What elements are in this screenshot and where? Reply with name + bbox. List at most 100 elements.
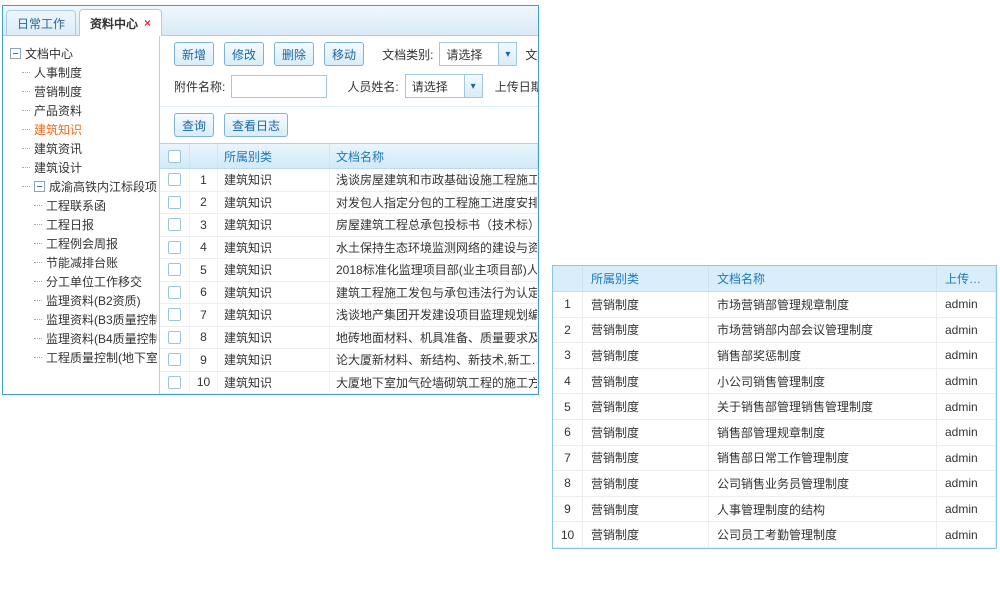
attachment-name-input[interactable] [231, 75, 327, 98]
table-row[interactable]: 2 建筑知识 对发包人指定分包的工程施工进度安排… [160, 192, 538, 215]
tree-item-level1[interactable]: 产品资料 [10, 101, 157, 120]
dropdown-arrow-icon[interactable]: ▾ [464, 75, 482, 97]
table-row[interactable]: 7 营销制度 销售部日常工作管理制度 admin [553, 446, 996, 472]
tree-item-level1[interactable]: 人事制度 [10, 63, 157, 82]
table-row[interactable]: 6 建筑知识 建筑工程施工发包与承包违法行为认定… [160, 282, 538, 305]
filter-row: 附件名称: 人员姓名: 请选择 ▾ 上传日期 [174, 74, 538, 98]
row-number: 1 [190, 169, 218, 191]
row-checkbox[interactable] [168, 218, 181, 231]
person-name-value: 请选择 [406, 78, 464, 95]
row-doc-name: 浅谈房屋建筑和市政基础设施工程施工… [330, 169, 538, 191]
tab-label: 资料中心 [90, 15, 138, 32]
row-doc-name: 房屋建筑工程总承包投标书（技术标）… [330, 214, 538, 236]
table-body: 1 营销制度 市场营销部管理规章制度 admin 2 营销制度 市场营销部内部会… [553, 292, 996, 548]
tree-root[interactable]: 文档中心 [10, 44, 157, 63]
add-button[interactable]: 新增 [174, 42, 214, 66]
row-checkbox[interactable] [168, 376, 181, 389]
tree-item-level2[interactable]: 工程联系函 [10, 196, 157, 215]
row-doc-name: 对发包人指定分包的工程施工进度安排… [330, 192, 538, 214]
table-row[interactable]: 9 建筑知识 论大厦新材料、新结构、新技术,新工… [160, 349, 538, 372]
tree-item-level1[interactable]: 建筑知识 [10, 120, 157, 139]
row-uploader: admin [937, 343, 996, 368]
table-row[interactable]: 7 建筑知识 浅谈地产集团开发建设项目监理规划编… [160, 304, 538, 327]
tree-level2-list: 工程联系函 工程日报 工程例会周报 节能减排台账 分工单位工作移交 监理资料(B… [10, 196, 157, 367]
table-row[interactable]: 9 营销制度 人事管理制度的结构 admin [553, 497, 996, 523]
row-checkbox[interactable] [168, 353, 181, 366]
table-row[interactable]: 3 营销制度 销售部奖惩制度 admin [553, 343, 996, 369]
person-name-label: 人员姓名: [347, 78, 398, 95]
dropdown-arrow-icon[interactable]: ▾ [498, 43, 516, 65]
tab-close-icon[interactable]: × [144, 17, 151, 29]
tab-data-center[interactable]: 资料中心 × [79, 9, 162, 36]
collapse-icon[interactable] [10, 48, 21, 59]
row-checkbox[interactable] [168, 263, 181, 276]
row-uploader: admin [937, 446, 996, 471]
tree-item-level2[interactable]: 节能减排台账 [10, 253, 157, 272]
documents-table: 所属别类 文档名称 1 建筑知识 浅谈房屋建筑和市政基础设施工程施工… [160, 143, 538, 394]
filter-area: 新增 修改 删除 移动 文档类别: 请选择 ▾ 文档 附件名称: 人员姓名: [160, 36, 538, 106]
table-row[interactable]: 1 营销制度 市场营销部管理规章制度 admin [553, 292, 996, 318]
row-number: 4 [553, 369, 583, 394]
table-row[interactable]: 4 营销制度 小公司销售管理制度 admin [553, 369, 996, 395]
tab-daily-work[interactable]: 日常工作 [6, 10, 76, 35]
row-checkbox[interactable] [168, 331, 181, 344]
row-category: 营销制度 [583, 497, 709, 522]
row-category: 营销制度 [583, 292, 709, 317]
row-checkbox[interactable] [168, 196, 181, 209]
tree-item-level2[interactable]: 监理资料(B3质量控制) [10, 310, 157, 329]
move-button[interactable]: 移动 [324, 42, 364, 66]
select-all-cell [160, 144, 190, 168]
row-checkbox[interactable] [168, 308, 181, 321]
delete-button[interactable]: 删除 [274, 42, 314, 66]
tree-item-level1[interactable]: 营销制度 [10, 82, 157, 101]
tree-subroot-label: 成渝高铁内江标段项目 [49, 178, 157, 195]
tree-subroot[interactable]: 成渝高铁内江标段项目 [10, 177, 157, 196]
row-doc-name: 市场营销部管理规章制度 [709, 292, 937, 317]
table-row[interactable]: 6 营销制度 销售部管理规章制度 admin [553, 420, 996, 446]
marketing-documents-table: 所属别类 文档名称 上传… 1 营销制度 市场营销部管理规章制度 admin 2… [552, 265, 997, 549]
table-row[interactable]: 4 建筑知识 水土保持生态环境监测网络的建设与资… [160, 237, 538, 260]
person-name-select[interactable]: 请选择 ▾ [405, 74, 483, 98]
table-row[interactable]: 1 建筑知识 浅谈房屋建筑和市政基础设施工程施工… [160, 169, 538, 192]
tree-item-level2[interactable]: 监理资料(B2资质) [10, 291, 157, 310]
row-doc-name: 地砖地面材料、机具准备、质量要求及… [330, 327, 538, 349]
row-checkbox[interactable] [168, 286, 181, 299]
select-all-checkbox[interactable] [168, 150, 181, 163]
tree-item-level1[interactable]: 建筑设计 [10, 158, 157, 177]
table-row[interactable]: 5 建筑知识 2018标准化监理项目部(业主项目部)人员… [160, 259, 538, 282]
query-button[interactable]: 查询 [174, 113, 214, 137]
table-row[interactable]: 2 营销制度 市场营销部内部会议管理制度 admin [553, 318, 996, 344]
row-uploader: admin [937, 394, 996, 419]
tree-item-level2[interactable]: 分工单位工作移交 [10, 272, 157, 291]
upload-date-label: 上传日期 [495, 78, 538, 95]
edit-button[interactable]: 修改 [224, 42, 264, 66]
checkbox-cell [160, 169, 190, 191]
row-doc-name: 浅谈地产集团开发建设项目监理规划编… [330, 304, 538, 326]
doc-category-select[interactable]: 请选择 ▾ [439, 42, 517, 66]
tree-item-level2[interactable]: 监理资料(B4质量控制) [10, 329, 157, 348]
table-row[interactable]: 5 营销制度 关于销售部管理销售管理制度 admin [553, 394, 996, 420]
row-uploader: admin [937, 369, 996, 394]
table-row[interactable]: 3 建筑知识 房屋建筑工程总承包投标书（技术标）… [160, 214, 538, 237]
tree-item-level1[interactable]: 建筑资讯 [10, 139, 157, 158]
row-doc-name: 水土保持生态环境监测网络的建设与资… [330, 237, 538, 259]
row-checkbox[interactable] [168, 241, 181, 254]
document-tree: 文档中心 人事制度 营销制度 产品资料 建筑知识 建筑资讯 建筑设计 [3, 36, 160, 394]
row-uploader: admin [937, 522, 996, 547]
tree-item-level2[interactable]: 工程质量控制(地下室) [10, 348, 157, 367]
tab-label: 日常工作 [17, 15, 65, 32]
tree-item-level2[interactable]: 工程日报 [10, 215, 157, 234]
collapse-icon[interactable] [34, 181, 45, 192]
row-number: 2 [553, 318, 583, 343]
table-row[interactable]: 10 营销制度 公司员工考勤管理制度 admin [553, 522, 996, 548]
row-doc-name: 销售部管理规章制度 [709, 420, 937, 445]
table-row[interactable]: 8 建筑知识 地砖地面材料、机具准备、质量要求及… [160, 327, 538, 350]
document-center-window: 日常工作 资料中心 × 文档中心 人事制度 营销制度 产品资料 建筑 [2, 5, 539, 395]
row-checkbox[interactable] [168, 173, 181, 186]
table-row[interactable]: 8 营销制度 公司销售业务员管理制度 admin [553, 471, 996, 497]
row-doc-name: 公司销售业务员管理制度 [709, 471, 937, 496]
row-uploader: admin [937, 420, 996, 445]
view-log-button[interactable]: 查看日志 [224, 113, 288, 137]
table-row[interactable]: 10 建筑知识 大厦地下室加气砼墙砌筑工程的施工方… [160, 372, 538, 395]
tree-item-level2[interactable]: 工程例会周报 [10, 234, 157, 253]
